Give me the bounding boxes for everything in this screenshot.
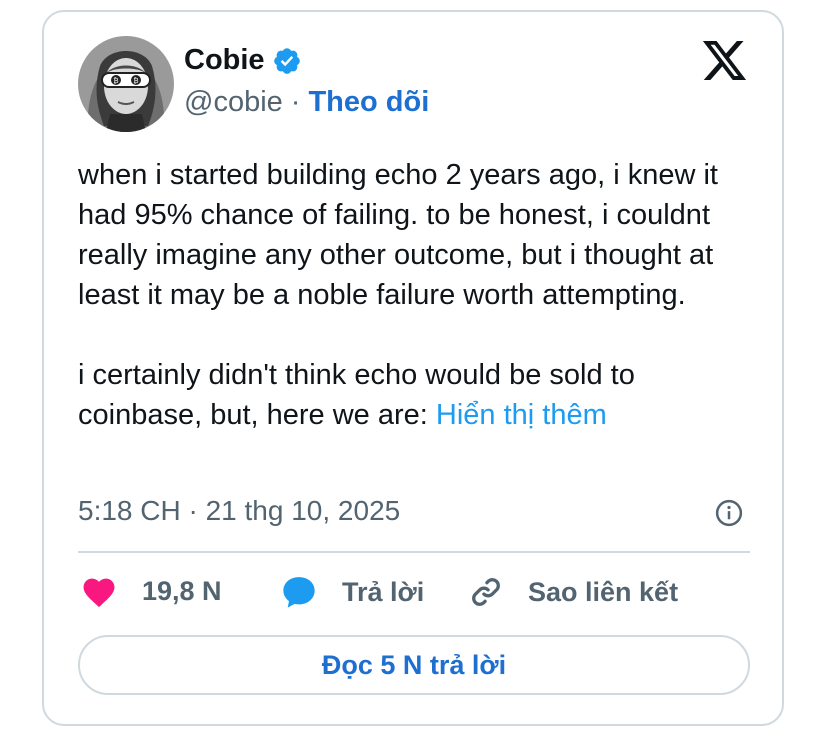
tweet-timestamp[interactable]: 5:18 CH · 21 thg 10, 2025 bbox=[78, 495, 400, 527]
heart-icon bbox=[80, 574, 118, 608]
follow-button[interactable]: Theo dõi bbox=[308, 86, 429, 119]
reply-button[interactable]: Trả lời bbox=[280, 574, 424, 610]
author-handle[interactable]: @cobie bbox=[184, 86, 283, 119]
reply-label: Trả lời bbox=[342, 576, 425, 607]
divider bbox=[78, 551, 750, 553]
like-button[interactable]: 19,8 N bbox=[80, 574, 222, 608]
verified-badge-icon bbox=[272, 46, 302, 76]
like-count: 19,8 N bbox=[142, 575, 222, 606]
copy-link-label: Sao liên kết bbox=[528, 576, 679, 607]
info-icon[interactable] bbox=[714, 498, 744, 528]
avatar-image: ₿ ₿ bbox=[78, 36, 174, 132]
tweet-embed-card: ₿ ₿ Cobie @cobie · Theo dõi when i start… bbox=[42, 10, 784, 726]
link-icon bbox=[468, 574, 504, 610]
read-replies-button[interactable]: Đọc 5 N trả lời bbox=[78, 635, 750, 695]
svg-text:₿: ₿ bbox=[113, 77, 118, 85]
speech-bubble-icon bbox=[280, 574, 318, 610]
tweet-paragraph: i certainly didn't think echo would be s… bbox=[78, 355, 758, 435]
copy-link-button[interactable]: Sao liên kết bbox=[468, 574, 678, 610]
svg-text:₿: ₿ bbox=[133, 77, 138, 85]
tweet-paragraph: when i started building echo 2 years ago… bbox=[78, 159, 718, 311]
tweet-text: when i started building echo 2 years ago… bbox=[78, 155, 758, 435]
separator-dot: · bbox=[290, 86, 301, 118]
author-name-row: Cobie bbox=[184, 44, 302, 77]
avatar[interactable]: ₿ ₿ bbox=[78, 36, 174, 132]
author-handle-row: @cobie · Theo dõi bbox=[184, 86, 429, 119]
x-logo-icon[interactable] bbox=[702, 40, 748, 82]
author-display-name[interactable]: Cobie bbox=[184, 44, 265, 77]
show-more-link[interactable]: Hiển thị thêm bbox=[436, 399, 607, 431]
